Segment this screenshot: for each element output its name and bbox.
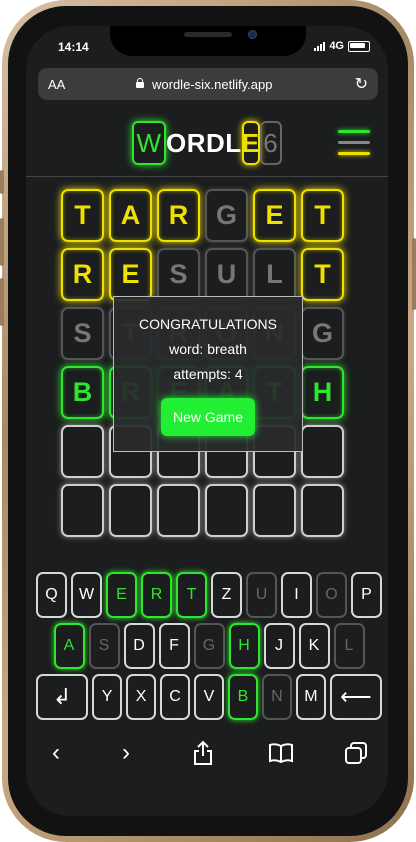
status-indicators: 4G [314, 40, 370, 52]
board-tile: E [253, 189, 296, 242]
board-tile: U [205, 248, 248, 301]
key-w[interactable]: W [71, 572, 102, 618]
address-bar[interactable]: AA wordle-six.netlify.app ↻ [38, 68, 378, 100]
key-g[interactable]: G [193, 623, 225, 669]
reader-options-button[interactable]: AA [48, 77, 65, 92]
board-tile: T [301, 189, 344, 242]
board-tile: R [157, 189, 200, 242]
board-tile: G [205, 189, 248, 242]
board-row: RESULT [61, 248, 344, 301]
forward-icon[interactable]: › [122, 738, 130, 768]
key-b[interactable]: B [227, 674, 258, 720]
board-tile: L [253, 248, 296, 301]
board-tile [301, 425, 344, 478]
key-o[interactable]: O [316, 572, 347, 618]
power-button [412, 238, 416, 310]
board-tile [61, 484, 104, 537]
board-tile: E [109, 248, 152, 301]
back-icon[interactable]: ‹ [52, 738, 60, 768]
board-tile [109, 484, 152, 537]
key-u[interactable]: U [246, 572, 277, 618]
key-s[interactable]: S [88, 623, 120, 669]
logo-text: ORDL [166, 127, 242, 158]
board-tile [205, 484, 248, 537]
reload-icon[interactable]: ↻ [355, 74, 368, 94]
key-m[interactable]: M [295, 674, 326, 720]
key-k[interactable]: K [298, 623, 330, 669]
speaker-grille [184, 32, 232, 37]
board-tile [61, 425, 104, 478]
board-tile [157, 484, 200, 537]
board-tile: R [61, 248, 104, 301]
key-f[interactable]: F [158, 623, 190, 669]
key-x[interactable]: X [126, 674, 157, 720]
keyboard-row: ASDFGHJKL [36, 623, 382, 669]
new-game-button[interactable]: New Game [160, 398, 256, 436]
share-icon[interactable] [192, 740, 214, 774]
front-camera [248, 30, 257, 39]
board-tile: B [61, 366, 104, 419]
notch [110, 26, 306, 56]
key-p[interactable]: P [351, 572, 382, 618]
browser-toolbar: ‹ › [26, 728, 388, 780]
url-text[interactable]: wordle-six.netlify.app [152, 77, 272, 92]
key-j[interactable]: J [263, 623, 295, 669]
logo-e-tile: E [241, 121, 260, 165]
key-z[interactable]: Z [211, 572, 242, 618]
menu-icon[interactable] [338, 128, 370, 158]
key-v[interactable]: V [194, 674, 224, 720]
key-a[interactable]: A [53, 623, 85, 669]
board-tile: H [301, 366, 344, 419]
lock-icon [136, 78, 144, 88]
keyboard-row: ↲ Y X C V B N M ⟵ [36, 674, 382, 720]
keyboard-row: QWERTZUIOP [36, 572, 382, 618]
key-i[interactable]: I [281, 572, 312, 618]
key-n[interactable]: N [261, 674, 292, 720]
key-d[interactable]: D [123, 623, 155, 669]
board-tile: A [109, 189, 152, 242]
key-y[interactable]: Y [92, 674, 123, 720]
board-tile: T [301, 248, 344, 301]
board-tile [301, 484, 344, 537]
key-r[interactable]: R [141, 572, 172, 618]
board-tile: G [301, 307, 344, 360]
bookmarks-icon[interactable] [268, 742, 294, 772]
key-t[interactable]: T [176, 572, 207, 618]
signal-icon [314, 41, 326, 51]
keyboard: Q W E R T Z U I O P A S D F G H J K L ↲ Y X C V B N M ⟵ [36, 572, 382, 725]
network-label: 4G [329, 40, 344, 52]
logo-6-tile: 6 [259, 121, 282, 165]
battery-icon [348, 40, 370, 52]
logo-w-tile: W [132, 121, 166, 165]
backspace-key[interactable]: ⟵ [329, 674, 382, 720]
attempts-count: attempts: 4 [173, 366, 243, 382]
board-row [61, 484, 344, 537]
tabs-icon[interactable] [344, 741, 368, 773]
volume-up-button [0, 218, 4, 266]
volume-down-button [0, 278, 4, 326]
board-row: TARGET [61, 189, 344, 242]
wordle-logo: W ORDL E 6 [132, 121, 282, 165]
congratulations-dialog: CONGRATULATIONS word: breath attempts: 4… [113, 296, 303, 452]
app-header: W ORDL E 6 [26, 110, 388, 177]
key-h[interactable]: H [228, 623, 260, 669]
board-tile: T [61, 189, 104, 242]
enter-key[interactable]: ↲ [36, 674, 89, 720]
key-e[interactable]: E [106, 572, 137, 618]
mute-switch [0, 170, 4, 194]
board-tile: S [61, 307, 104, 360]
status-time: 14:14 [58, 40, 89, 54]
dialog-title: CONGRATULATIONS [139, 316, 277, 332]
key-c[interactable]: C [160, 674, 191, 720]
board-tile: S [157, 248, 200, 301]
key-l[interactable]: L [333, 623, 365, 669]
key-q[interactable]: Q [36, 572, 67, 618]
board-tile [253, 484, 296, 537]
solution-word: word: breath [169, 341, 247, 357]
